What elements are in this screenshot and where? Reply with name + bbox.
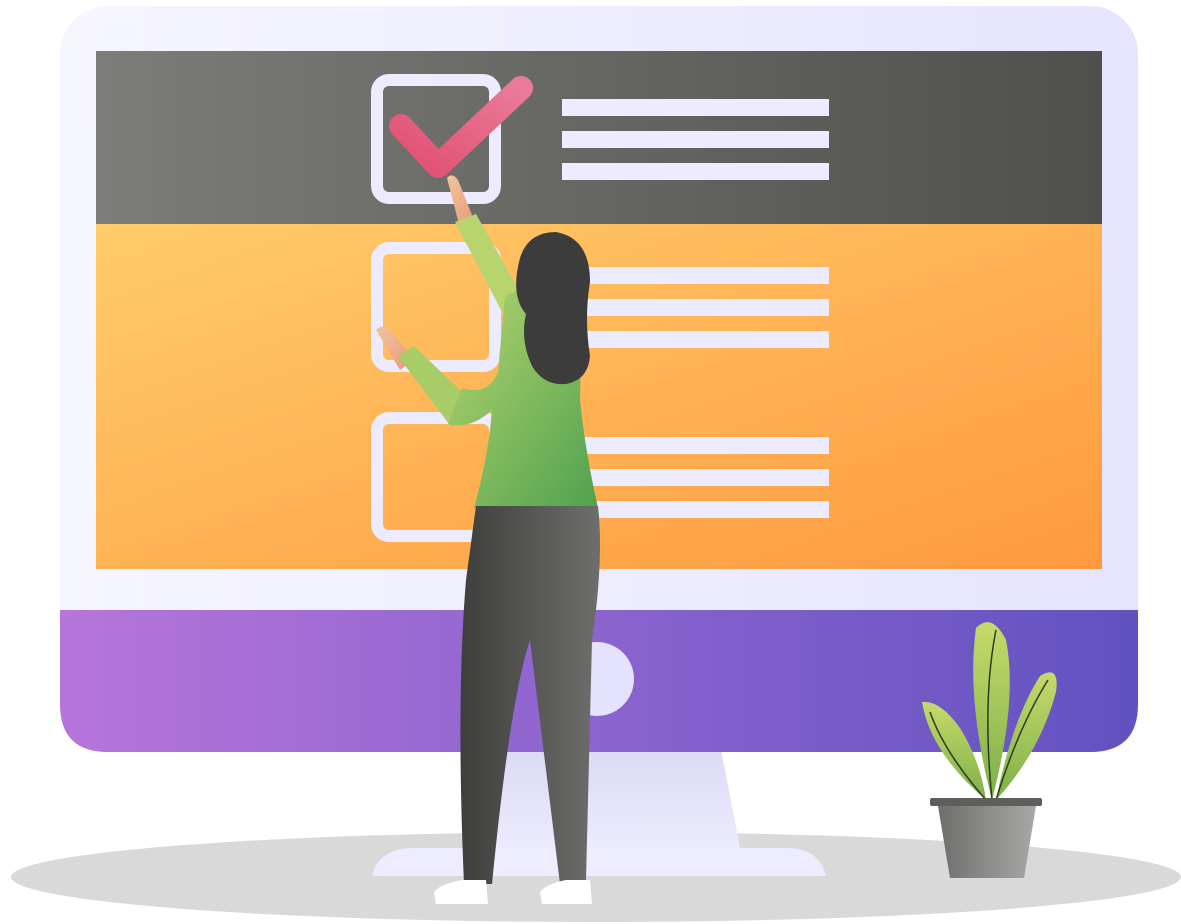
checklist-illustration (11, 6, 1181, 922)
text-lines (562, 99, 829, 180)
text-lines (562, 437, 829, 518)
pot (938, 806, 1036, 878)
text-lines (562, 267, 829, 348)
pot-rim (930, 798, 1042, 806)
monitor-stand (372, 745, 826, 876)
